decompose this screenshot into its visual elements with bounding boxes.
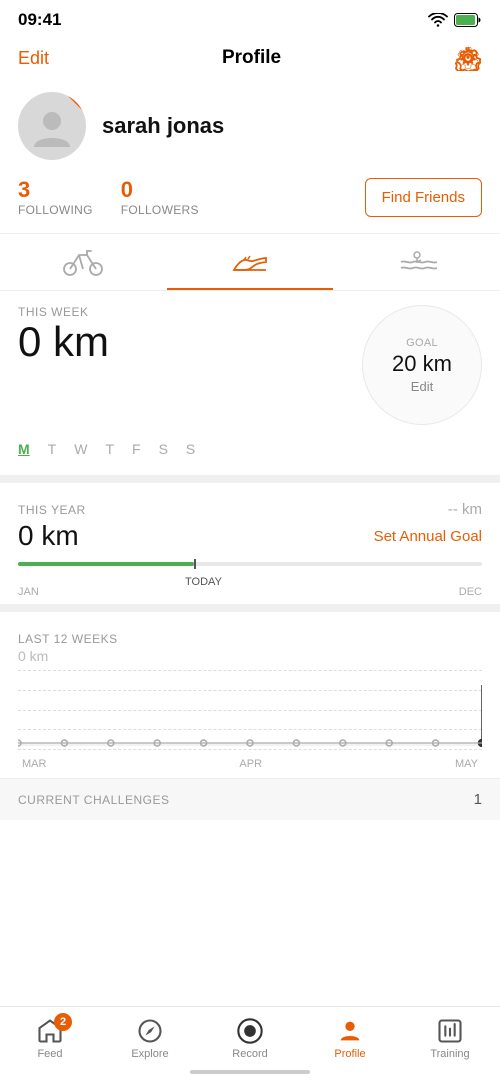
progress-today-marker [194, 559, 196, 569]
nav-bar: Edit Profile ⚙ [0, 36, 500, 82]
user-avatar-icon [31, 105, 73, 147]
today-label: TODAY [185, 576, 222, 588]
record-icon [236, 1017, 264, 1045]
feed-icon-wrap: 2 [36, 1017, 64, 1045]
day-wednesday[interactable]: W [74, 441, 87, 457]
last-12-sub: 0 km [18, 648, 482, 664]
goal-value: 20 km [392, 351, 452, 377]
day-saturday[interactable]: S [159, 441, 168, 457]
nav-item-feed[interactable]: 2 Feed [20, 1017, 80, 1060]
explore-icon-wrap [136, 1017, 164, 1045]
nav-item-training[interactable]: Training [420, 1017, 480, 1060]
compass-icon [136, 1017, 164, 1045]
this-year-header: THIS YEAR -- km [18, 501, 482, 518]
progress-start-month: JAN [18, 586, 39, 598]
page-title: Profile [222, 47, 281, 69]
day-monday[interactable]: M [18, 441, 30, 457]
training-icon [436, 1017, 464, 1045]
chart-svg [18, 685, 482, 750]
this-year-section: THIS YEAR -- km 0 km Set Annual Goal TOD… [0, 489, 500, 598]
chart-label-mar: MAR [22, 758, 46, 770]
goal-edit-button[interactable]: Edit [411, 379, 433, 394]
followers-stat[interactable]: 0 FOLLOWERS [121, 178, 199, 216]
chart-dash-1 [18, 670, 482, 671]
settings-button[interactable]: ⚙ [454, 44, 482, 72]
nav-item-record[interactable]: Record [220, 1017, 280, 1060]
progress-labels: JAN DEC [18, 586, 482, 598]
year-km-value: 0 km [18, 520, 79, 552]
current-challenges-section[interactable]: CURRENT CHALLENGES 1 [0, 778, 500, 820]
this-year-label: THIS YEAR [18, 503, 86, 517]
training-icon-wrap [436, 1017, 464, 1045]
day-thursday[interactable]: T [105, 441, 114, 457]
feed-label: Feed [37, 1048, 62, 1060]
status-time: 09:41 [18, 10, 61, 30]
this-week-section: THIS WEEK 0 km GOAL 20 km Edit [0, 291, 500, 435]
profile-icon-wrap [336, 1017, 364, 1045]
tab-run[interactable] [167, 234, 334, 290]
week-left: THIS WEEK 0 km [18, 305, 109, 365]
following-stat[interactable]: 3 FOLLOWING [18, 178, 93, 216]
challenges-label: CURRENT CHALLENGES [18, 793, 169, 807]
this-year-value-row: 0 km Set Annual Goal [18, 520, 482, 552]
training-label: Training [430, 1048, 469, 1060]
followers-count: 0 [121, 178, 199, 202]
edit-button[interactable]: Edit [18, 48, 49, 69]
status-icons [428, 13, 482, 27]
profile-label: Profile [334, 1048, 365, 1060]
chart-label-apr: APR [239, 758, 262, 770]
find-friends-button[interactable]: Find Friends [365, 178, 482, 217]
progress-bar-fill [18, 562, 194, 566]
days-row: M T W T F S S [0, 435, 500, 469]
nav-item-profile[interactable]: Profile [320, 1017, 380, 1060]
divider-1 [0, 475, 500, 483]
nav-item-explore[interactable]: Explore [120, 1017, 180, 1060]
profile-section: sarah jonas [0, 82, 500, 174]
goal-circle[interactable]: GOAL 20 km Edit [362, 305, 482, 425]
day-sunday[interactable]: S [186, 441, 195, 457]
profile-icon [336, 1017, 364, 1045]
shoe-icon [230, 248, 270, 276]
day-tuesday[interactable]: T [48, 441, 57, 457]
followers-label: FOLLOWERS [121, 203, 199, 217]
bottom-nav: 2 Feed Explore Record [0, 1006, 500, 1080]
gear-unicode-icon: ⚙ [458, 45, 478, 71]
following-label: FOLLOWING [18, 203, 93, 217]
following-count: 3 [18, 178, 93, 202]
activity-tabs [0, 233, 500, 291]
year-km-right: -- km [448, 501, 482, 518]
home-indicator [190, 1070, 310, 1074]
set-annual-goal-button[interactable]: Set Annual Goal [374, 528, 482, 545]
explore-label: Explore [131, 1048, 168, 1060]
status-bar: 09:41 [0, 0, 500, 36]
this-week-label: THIS WEEK [18, 305, 109, 319]
record-icon-wrap [236, 1017, 264, 1045]
swim-icon [397, 248, 437, 276]
stats-row: 3 FOLLOWING 0 FOLLOWERS Find Friends [0, 174, 500, 233]
battery-icon [454, 13, 482, 27]
avatar[interactable] [18, 92, 86, 160]
progress-end-month: DEC [459, 586, 482, 598]
tab-bike[interactable] [0, 234, 167, 290]
profile-name: sarah jonas [102, 113, 224, 139]
last-12-weeks-section: LAST 12 WEEKS 0 km [0, 618, 500, 770]
day-friday[interactable]: F [132, 441, 141, 457]
chart-label-may: MAY [455, 758, 478, 770]
last-12-label: LAST 12 WEEKS [18, 632, 482, 646]
divider-2 [0, 604, 500, 612]
tab-swim[interactable] [333, 234, 500, 290]
annual-progress-bar: TODAY [18, 562, 482, 566]
feed-badge: 2 [54, 1013, 72, 1031]
challenges-count: 1 [474, 791, 482, 808]
chart-area: MAR APR MAY [18, 670, 482, 770]
wifi-icon [428, 13, 448, 27]
goal-label: GOAL [406, 337, 438, 349]
this-week-value: 0 km [18, 319, 109, 365]
record-label: Record [232, 1048, 267, 1060]
bike-icon [63, 248, 103, 276]
